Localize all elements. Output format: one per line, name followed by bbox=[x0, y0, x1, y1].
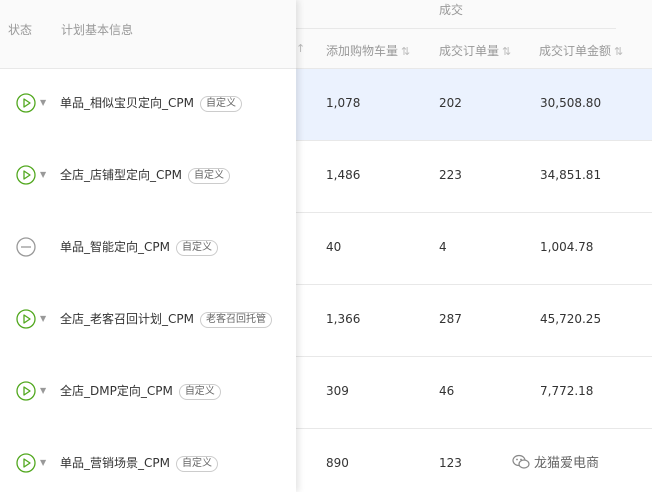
caret-down-icon[interactable]: ▼ bbox=[40, 458, 46, 467]
table-header-fixed: 状态 计划基本信息 bbox=[0, 0, 296, 69]
sort-icon[interactable]: ⇅ bbox=[614, 45, 623, 58]
cell-orders: 123 bbox=[439, 456, 462, 470]
plan-name[interactable]: 全店_店铺型定向_CPM 自定义 bbox=[60, 166, 230, 184]
watermark: 龙猫爱电商 bbox=[512, 452, 599, 474]
cell-amount: 34,851.81 bbox=[540, 168, 602, 182]
watermark-text: 龙猫爱电商 bbox=[534, 456, 600, 471]
paused-status-icon[interactable] bbox=[16, 237, 36, 257]
caret-down-icon[interactable]: ▼ bbox=[40, 98, 46, 107]
plan-type-tag: 自定义 bbox=[175, 240, 218, 256]
column-group-deal: 成交 bbox=[439, 3, 464, 17]
plan-type-tag: 自定义 bbox=[187, 168, 230, 184]
cell-cart: 309 bbox=[326, 384, 349, 398]
plan-name-text[interactable]: 单品_智能定向_CPM bbox=[60, 240, 170, 254]
plan-type-tag: 自定义 bbox=[175, 456, 218, 472]
play-status-icon[interactable] bbox=[16, 453, 36, 473]
plan-name-text[interactable]: 全店_老客召回计划_CPM bbox=[60, 312, 194, 326]
cell-amount: 45,720.25 bbox=[540, 312, 602, 326]
cell-amount: 7,772.18 bbox=[540, 384, 594, 398]
plan-name[interactable]: 全店_老客召回计划_CPM 老客召回托管 bbox=[60, 310, 272, 328]
play-status-icon[interactable] bbox=[16, 381, 36, 401]
play-status-icon[interactable] bbox=[16, 309, 36, 329]
caret-down-icon[interactable]: ▼ bbox=[40, 386, 46, 395]
cell-orders: 223 bbox=[439, 168, 462, 182]
plan-name[interactable]: 单品_营销场景_CPM 自定义 bbox=[60, 454, 218, 472]
cell-orders: 46 bbox=[439, 384, 455, 398]
column-header-cart[interactable]: 添加购物车量 ⇅ bbox=[326, 42, 410, 59]
play-status-icon[interactable] bbox=[16, 165, 36, 185]
plan-name-text[interactable]: 单品_营销场景_CPM bbox=[60, 456, 170, 470]
cell-cart: 1,078 bbox=[326, 96, 361, 110]
caret-down-icon[interactable]: ▼ bbox=[40, 170, 46, 179]
cell-cart: 40 bbox=[326, 240, 342, 254]
plan-name-text[interactable]: 全店_店铺型定向_CPM bbox=[60, 168, 182, 182]
caret-down-icon[interactable]: ▼ bbox=[40, 314, 46, 323]
cell-amount: 1,004.78 bbox=[540, 240, 594, 254]
column-header-status: 状态 bbox=[8, 23, 33, 37]
plan-name[interactable]: 单品_相似宝贝定向_CPM 自定义 bbox=[60, 94, 242, 112]
cell-cart: 1,366 bbox=[326, 312, 361, 326]
column-header-plan-info: 计划基本信息 bbox=[61, 23, 134, 37]
column-header-amount[interactable]: 成交订单金额 ⇅ bbox=[539, 42, 623, 59]
plan-type-tag: 自定义 bbox=[178, 384, 221, 400]
play-status-icon[interactable] bbox=[16, 93, 36, 113]
sort-icon[interactable]: ↑ bbox=[296, 42, 305, 55]
plan-type-tag: 老客召回托管 bbox=[199, 312, 272, 328]
cell-amount: 30,508.80 bbox=[540, 96, 602, 110]
cell-orders: 4 bbox=[439, 240, 447, 254]
plan-type-tag: 自定义 bbox=[199, 96, 242, 112]
plan-name[interactable]: 单品_智能定向_CPM 自定义 bbox=[60, 238, 218, 256]
plan-name-text[interactable]: 全店_DMP定向_CPM bbox=[60, 384, 173, 398]
sort-icon[interactable]: ⇅ bbox=[502, 45, 511, 58]
column-header-orders[interactable]: 成交订单量 ⇅ bbox=[439, 42, 511, 59]
cell-cart: 1,486 bbox=[326, 168, 361, 182]
cell-orders: 287 bbox=[439, 312, 462, 326]
sort-icon[interactable]: ⇅ bbox=[401, 45, 410, 58]
group-divider bbox=[296, 28, 616, 29]
wechat-icon bbox=[512, 454, 530, 474]
cell-cart: 890 bbox=[326, 456, 349, 470]
cell-orders: 202 bbox=[439, 96, 462, 110]
plan-name-text[interactable]: 单品_相似宝贝定向_CPM bbox=[60, 96, 194, 110]
plan-name[interactable]: 全店_DMP定向_CPM 自定义 bbox=[60, 382, 221, 400]
fixed-left-columns: 状态 计划基本信息 ▼ 单品_相似宝贝定向_CPM 自定义 ▼ 全店_店铺型定向_CPM… bbox=[0, 0, 296, 492]
table-header-scroll: ↑ 成交 添加购物车量 ⇅ 成交订单量 ⇅ 成交订单金额 ⇅ bbox=[296, 0, 652, 69]
